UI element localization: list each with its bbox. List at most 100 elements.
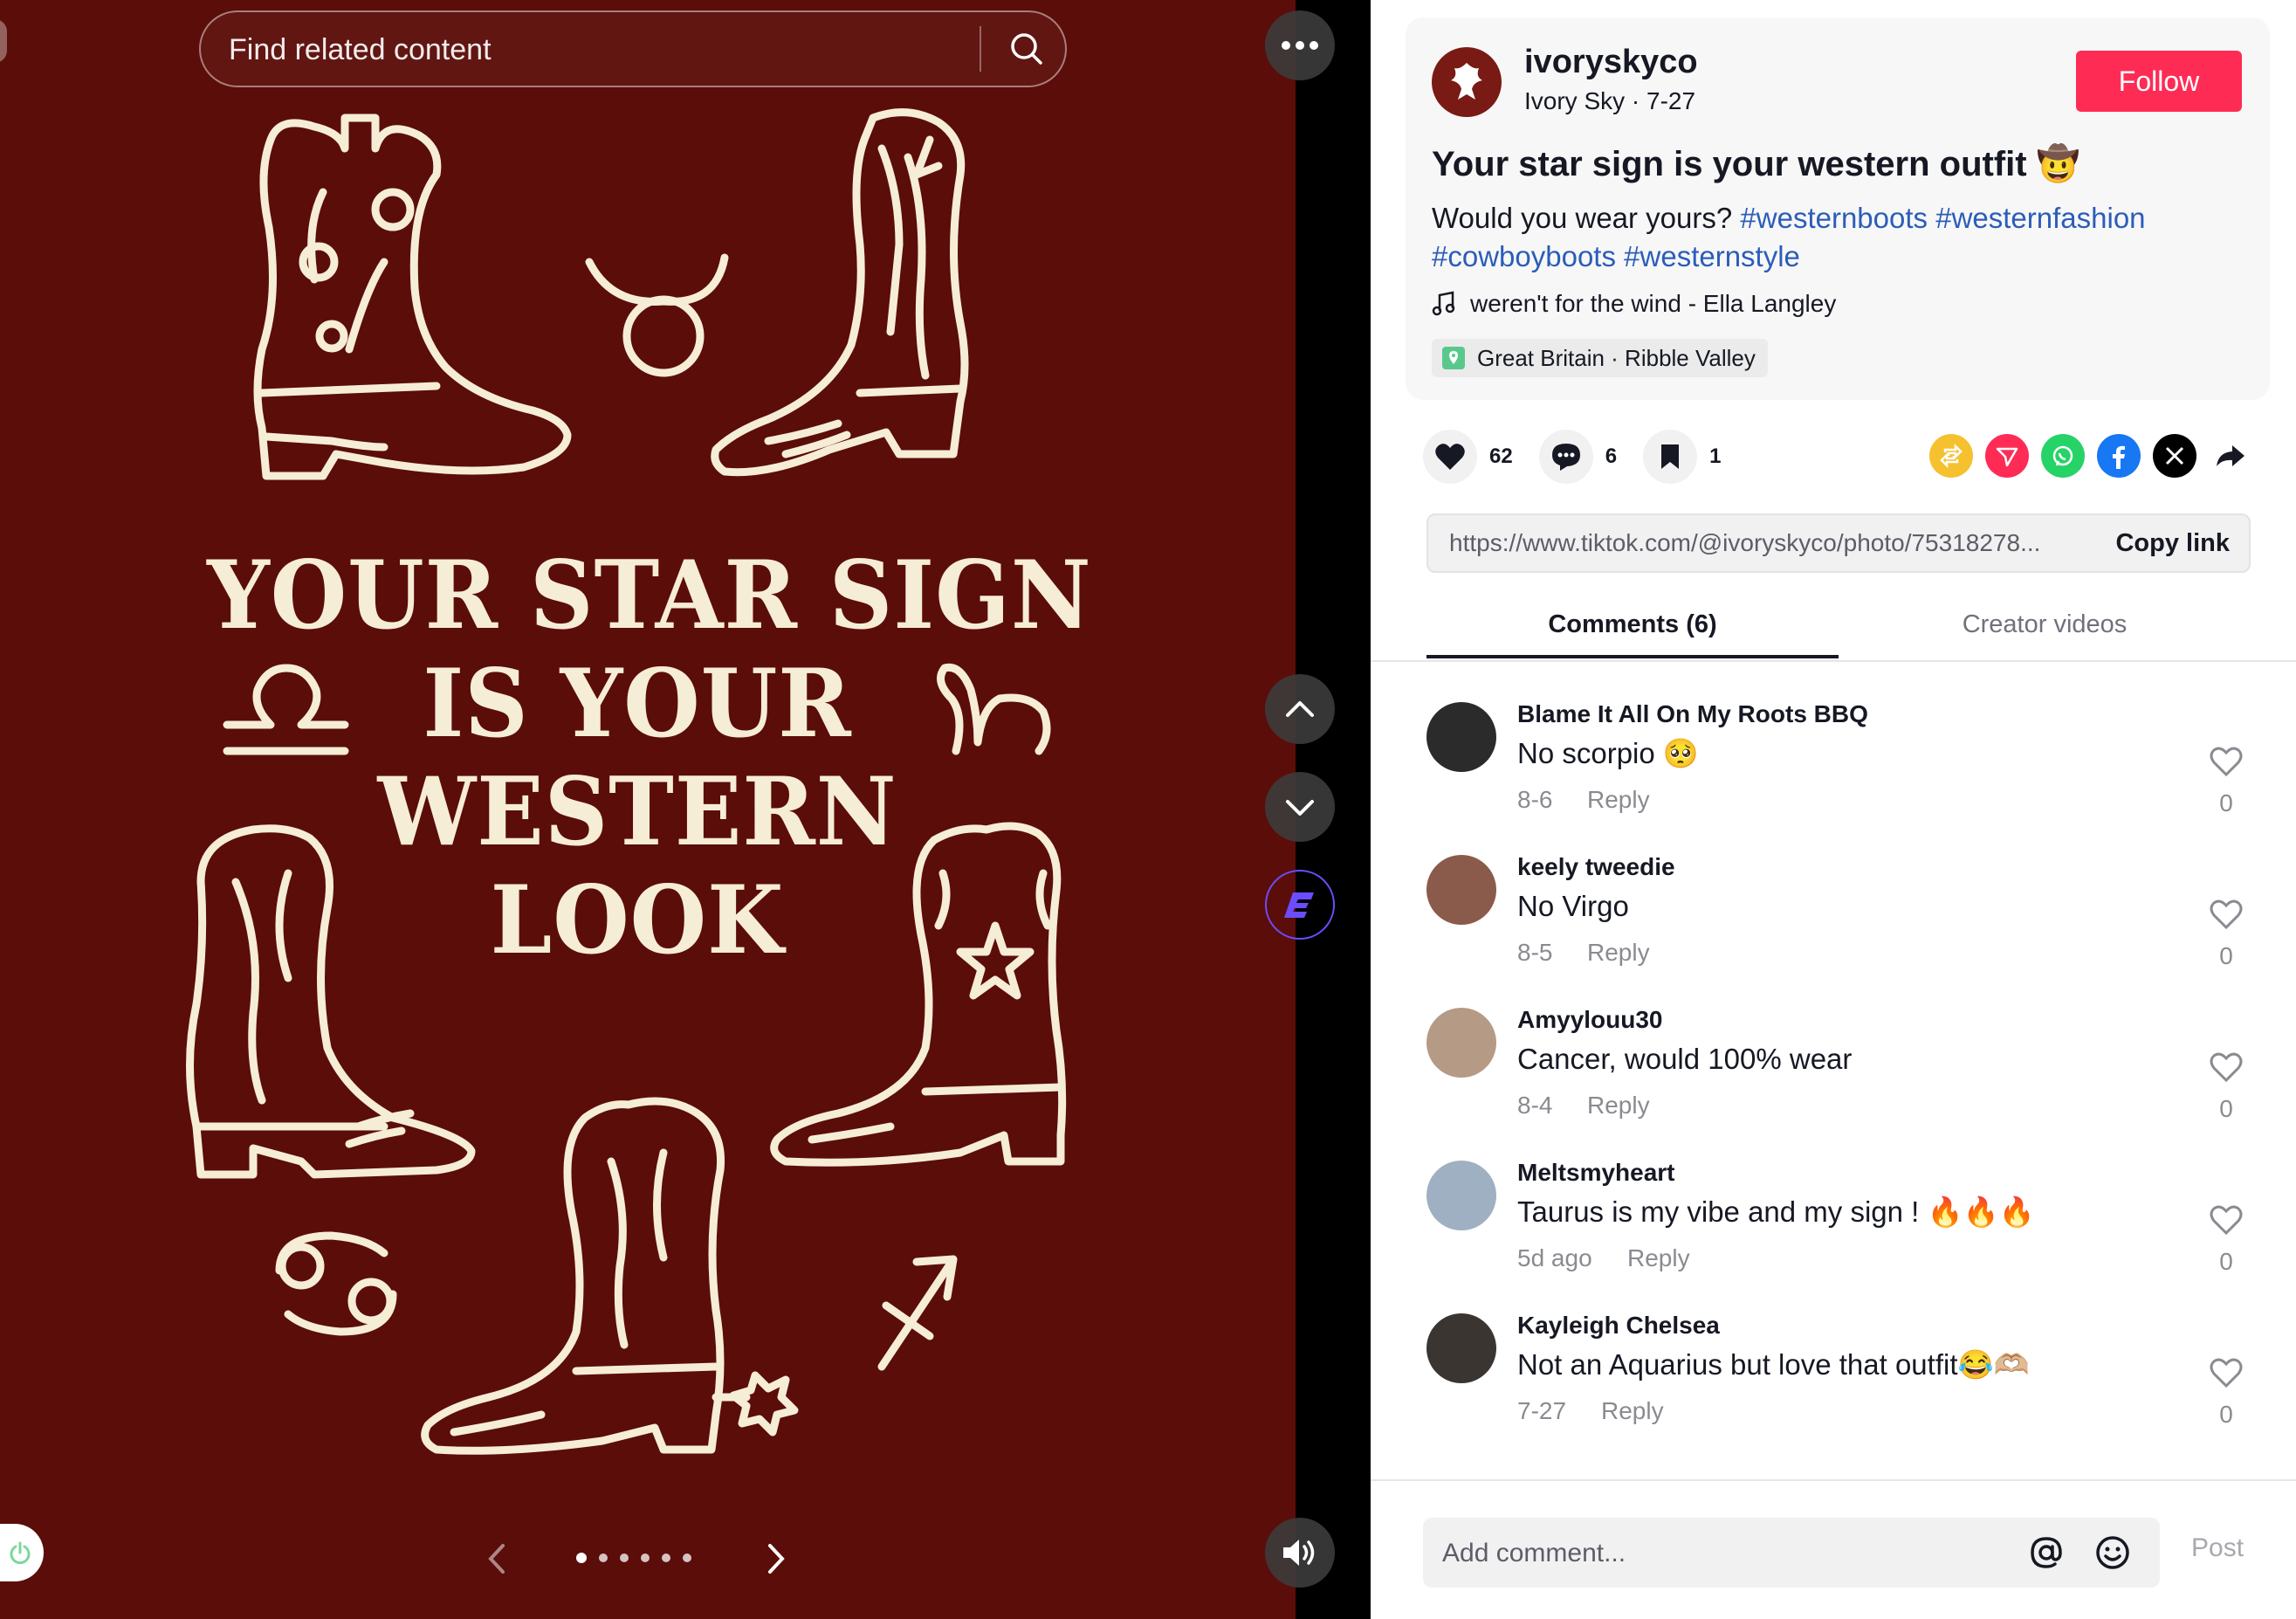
comment-date: 5d ago — [1517, 1244, 1592, 1271]
facebook-icon[interactable] — [2097, 434, 2141, 478]
carousel-dot[interactable] — [576, 1553, 587, 1563]
comment-like-count: 0 — [2219, 1248, 2233, 1275]
mention-icon[interactable] — [2025, 1532, 2067, 1574]
commenter-name[interactable]: keely tweedie — [1517, 853, 1675, 881]
eagle-logo-icon — [1451, 63, 1482, 100]
hashtag-cowboyboots[interactable]: #cowboyboots — [1432, 240, 1616, 272]
comment-date: 8-4 — [1517, 1092, 1553, 1119]
commenter-name[interactable]: Amyylouu30 — [1517, 1006, 1663, 1034]
search-input[interactable] — [227, 12, 903, 87]
tab-creator-videos[interactable]: Creator videos — [1839, 594, 2251, 655]
share-arrow-icon[interactable] — [2209, 434, 2252, 478]
comment-like-count: 0 — [2219, 1095, 2233, 1122]
reply-button[interactable]: Reply — [1587, 1092, 1650, 1120]
comment-text: No Virgo — [1517, 890, 1629, 922]
whatsapp-icon[interactable] — [2041, 434, 2085, 478]
carousel-next-button[interactable] — [758, 1537, 793, 1581]
repost-icon[interactable] — [1929, 434, 1973, 478]
commenter-avatar[interactable] — [1426, 1313, 1496, 1383]
commenter-name[interactable]: Blame It All On My Roots BBQ — [1517, 700, 1868, 728]
comment-item: Blame It All On My Roots BBQ No scorpio 🥺… — [1371, 664, 2296, 817]
extension-button[interactable] — [1265, 870, 1335, 940]
hashtag-westernboots[interactable]: #westernboots — [1740, 202, 1928, 234]
commenter-avatar[interactable] — [1426, 855, 1496, 925]
post-description: Would you wear yours? #westernboots #wes… — [1432, 199, 2217, 276]
carousel-prev-button[interactable] — [480, 1537, 515, 1581]
location-pin-icon — [1442, 347, 1465, 369]
commenter-avatar[interactable] — [1426, 1161, 1496, 1230]
search-bar[interactable] — [199, 10, 1067, 87]
composer-divider — [1371, 1479, 2296, 1481]
copy-link-button[interactable]: Copy link — [2115, 515, 2230, 571]
commenter-avatar[interactable] — [1426, 702, 1496, 772]
carousel-dot[interactable] — [683, 1554, 691, 1562]
headline-line-1: YOUR STAR SIGN — [207, 541, 1092, 651]
comment-like-count: 0 — [2219, 1401, 2233, 1428]
engagement-bar: 62 6 1 — [1423, 428, 1747, 486]
active-tab-indicator — [1426, 655, 1839, 658]
power-icon — [10, 1541, 31, 1565]
sagittarius-glyph — [877, 1255, 958, 1371]
hashtag-westernfashion[interactable]: #westernfashion — [1935, 202, 2145, 234]
comment-item: Amyylouu30 Cancer, would 100% wear 8-4 Repl… — [1371, 969, 2296, 1123]
comment-date: 7-27 — [1517, 1397, 1567, 1424]
music-note-icon — [1432, 291, 1455, 316]
author-meta: Ivory Sky · 7-27 — [1524, 87, 1696, 114]
commenter-name[interactable]: Kayleigh Chelsea — [1517, 1312, 1720, 1340]
comment-button[interactable] — [1538, 430, 1593, 484]
carousel-dot[interactable] — [599, 1554, 608, 1562]
x-icon[interactable] — [2153, 434, 2196, 478]
emoji-icon[interactable] — [2092, 1532, 2134, 1574]
reply-button[interactable]: Reply — [1627, 1244, 1690, 1272]
comment-bubble-icon — [1551, 444, 1580, 471]
volume-button[interactable] — [1265, 1518, 1335, 1588]
description-text: Would you wear yours? — [1432, 202, 1741, 234]
comment-like-count: 0 — [2219, 789, 2233, 816]
search-icon[interactable] — [995, 17, 1058, 80]
location-tag[interactable]: Great Britain · Ribble Valley — [1432, 339, 1768, 377]
collapse-handle[interactable] — [0, 19, 7, 63]
heart-icon — [1435, 444, 1465, 470]
commenter-name[interactable]: Meltsmyheart — [1517, 1159, 1675, 1187]
more-options-button[interactable] — [1265, 10, 1335, 80]
follow-button[interactable]: Follow — [2076, 51, 2242, 112]
author-avatar[interactable] — [1432, 47, 1502, 117]
hashtag-westernstyle[interactable]: #westernstyle — [1624, 240, 1800, 272]
comment-input[interactable] — [1440, 1518, 1985, 1589]
headline-line-2: IS YOUR — [423, 649, 852, 759]
power-toggle[interactable] — [0, 1524, 44, 1581]
like-count: 62 — [1489, 444, 1513, 468]
comment-list: Blame It All On My Roots BBQ No scorpio 🥺… — [1371, 664, 2296, 1476]
comment-like-icon[interactable] — [2209, 1204, 2244, 1239]
post-comment-button[interactable]: Post — [2191, 1533, 2244, 1563]
music-row[interactable]: weren't for the wind - Ella Langley — [1432, 290, 1836, 318]
chevron-left-icon — [488, 1544, 505, 1574]
like-button[interactable] — [1423, 430, 1477, 484]
headline-line-4: LOOK — [490, 865, 785, 975]
boot-top-left — [253, 114, 572, 480]
comment-like-icon[interactable] — [2209, 1357, 2244, 1392]
next-post-button[interactable] — [1265, 772, 1335, 842]
reply-button[interactable]: Reply — [1587, 939, 1650, 967]
more-icon — [1282, 41, 1318, 50]
share-row — [1929, 434, 2252, 478]
carousel-dot[interactable] — [662, 1554, 670, 1562]
author-username[interactable]: ivoryskyco — [1524, 44, 1698, 81]
comment-like-icon[interactable] — [2209, 746, 2244, 781]
save-count: 1 — [1709, 444, 1722, 468]
reply-button[interactable]: Reply — [1587, 786, 1650, 814]
comment-like-icon[interactable] — [2209, 1051, 2244, 1086]
comment-like-icon[interactable] — [2209, 899, 2244, 934]
reply-button[interactable]: Reply — [1601, 1397, 1664, 1425]
commenter-avatar[interactable] — [1426, 1008, 1496, 1078]
save-button[interactable] — [1643, 430, 1698, 484]
carousel-dot[interactable] — [641, 1554, 650, 1562]
tab-comments[interactable]: Comments (6) — [1426, 594, 1839, 655]
send-icon[interactable] — [1985, 434, 2029, 478]
post-info-card: ivoryskyco Ivory Sky · 7-27 Follow Your … — [1406, 17, 2270, 400]
volume-icon — [1283, 1540, 1315, 1566]
share-link-url[interactable]: https://www.tiktok.com/@ivoryskyco/photo… — [1449, 515, 2078, 571]
photo-viewer: YOUR STAR SIGN IS YOUR WESTERN LOOK — [0, 0, 1296, 1619]
previous-post-button[interactable] — [1265, 674, 1335, 744]
carousel-dot[interactable] — [620, 1554, 629, 1562]
